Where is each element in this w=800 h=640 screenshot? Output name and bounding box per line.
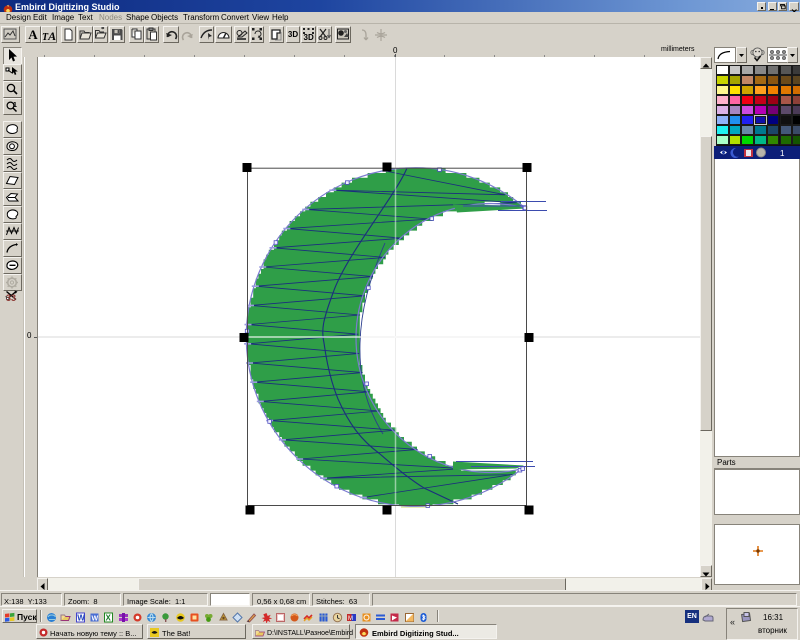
svg-text:1: 1 — [780, 149, 785, 158]
svg-text:3D: 3D — [304, 33, 314, 42]
svg-text:W: W — [77, 614, 85, 623]
svg-text:M: M — [348, 616, 353, 622]
svg-text:W: W — [91, 616, 98, 623]
svg-text:1: 1 — [13, 102, 17, 109]
svg-text:X: X — [106, 614, 112, 623]
